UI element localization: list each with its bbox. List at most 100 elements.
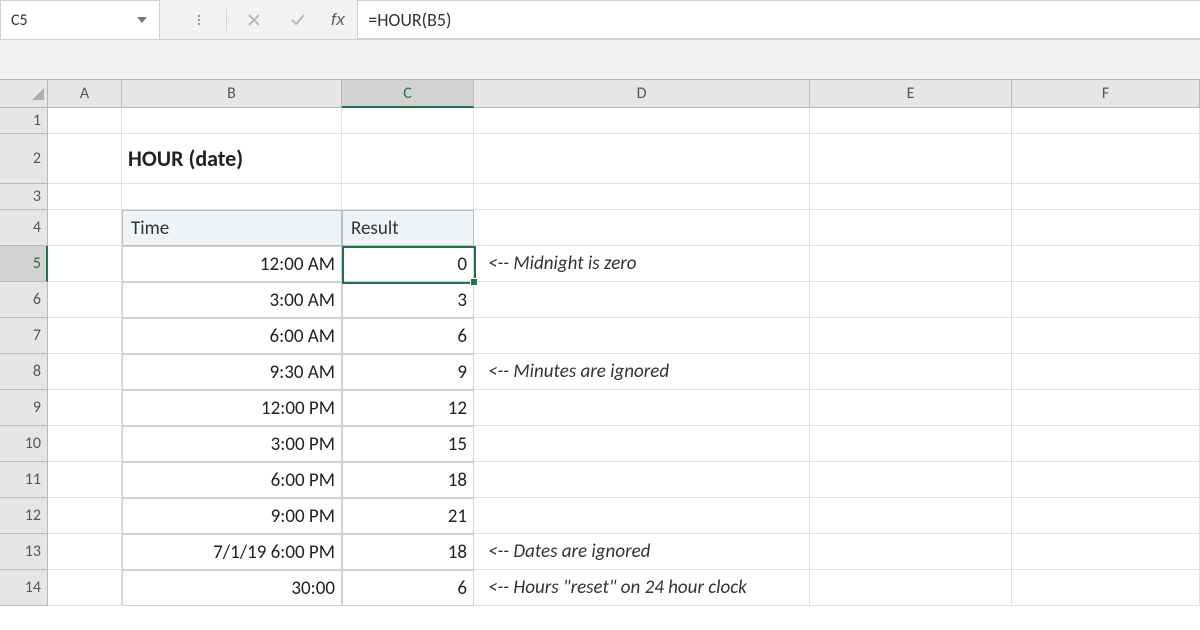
cell[interactable] [810, 282, 1012, 318]
table-header-time[interactable]: Time [122, 210, 342, 246]
cell-time[interactable]: 30:00 [122, 570, 342, 606]
cell-result[interactable]: 21 [342, 498, 474, 534]
cell[interactable] [1012, 210, 1200, 246]
row-header[interactable]: 3 [0, 184, 48, 210]
cell[interactable] [48, 318, 122, 354]
cancel-icon[interactable] [243, 9, 265, 31]
cell[interactable] [1012, 246, 1200, 282]
cell-time[interactable]: 3:00 AM [122, 282, 342, 318]
cell[interactable] [810, 390, 1012, 426]
cell[interactable] [810, 462, 1012, 498]
cell[interactable] [48, 498, 122, 534]
cell[interactable] [342, 134, 474, 184]
col-header-A[interactable]: A [48, 80, 122, 108]
formula-input[interactable]: =HOUR(B5) [357, 0, 1200, 39]
cell[interactable] [48, 534, 122, 570]
cell[interactable] [122, 108, 342, 134]
cell[interactable] [810, 426, 1012, 462]
cell[interactable] [1012, 390, 1200, 426]
cell[interactable] [48, 210, 122, 246]
row-header[interactable]: 14 [0, 570, 48, 606]
page-title[interactable]: HOUR (date) [122, 134, 342, 184]
cell-time[interactable]: 12:00 AM [122, 246, 342, 282]
fx-label[interactable]: fx [331, 10, 345, 30]
cell-result[interactable]: 0 [342, 246, 474, 282]
cell[interactable] [48, 282, 122, 318]
cell-result[interactable]: 6 [342, 318, 474, 354]
table-header-result[interactable]: Result [342, 210, 474, 246]
cell-result[interactable]: 6 [342, 570, 474, 606]
cell[interactable] [48, 390, 122, 426]
cell[interactable] [1012, 108, 1200, 134]
cell[interactable] [810, 210, 1012, 246]
row-header[interactable]: 7 [0, 318, 48, 354]
cell-note[interactable] [474, 426, 810, 462]
cell-result[interactable]: 18 [342, 462, 474, 498]
cell[interactable] [48, 570, 122, 606]
row-header[interactable]: 9 [0, 390, 48, 426]
row-header[interactable]: 10 [0, 426, 48, 462]
cell[interactable] [474, 108, 810, 134]
col-header-B[interactable]: B [122, 80, 342, 108]
cell-result[interactable]: 12 [342, 390, 474, 426]
cell[interactable] [810, 534, 1012, 570]
cell[interactable] [122, 184, 342, 210]
cell[interactable] [48, 354, 122, 390]
col-header-D[interactable]: D [474, 80, 810, 108]
cell[interactable] [1012, 318, 1200, 354]
cell-note[interactable] [474, 390, 810, 426]
col-header-C[interactable]: C [342, 80, 474, 108]
cell[interactable] [48, 462, 122, 498]
cell-result[interactable]: 9 [342, 354, 474, 390]
cell-result[interactable]: 15 [342, 426, 474, 462]
cell[interactable] [810, 108, 1012, 134]
cell[interactable] [810, 498, 1012, 534]
cell-note[interactable]: <-- Hours "reset" on 24 hour clock [474, 570, 810, 606]
cell[interactable] [810, 184, 1012, 210]
cell[interactable] [48, 134, 122, 184]
cell[interactable] [810, 134, 1012, 184]
cell[interactable] [474, 134, 810, 184]
enter-icon[interactable] [287, 9, 309, 31]
cell-time[interactable]: 3:00 PM [122, 426, 342, 462]
row-header[interactable]: 13 [0, 534, 48, 570]
cell[interactable] [474, 184, 810, 210]
cell-note[interactable] [474, 462, 810, 498]
row-header[interactable]: 1 [0, 108, 48, 134]
cell[interactable] [48, 184, 122, 210]
cell-note[interactable] [474, 318, 810, 354]
cell[interactable] [810, 570, 1012, 606]
cell-note[interactable]: <-- Minutes are ignored [474, 354, 810, 390]
cell[interactable] [810, 246, 1012, 282]
cell[interactable] [1012, 462, 1200, 498]
row-header[interactable]: 4 [0, 210, 48, 246]
row-header[interactable]: 2 [0, 134, 48, 184]
cell-time[interactable]: 12:00 PM [122, 390, 342, 426]
name-box[interactable]: C5 [0, 0, 160, 40]
cell-note[interactable]: <-- Midnight is zero [474, 246, 810, 282]
row-header[interactable]: 5 [0, 246, 48, 282]
cell-time[interactable]: 6:00 AM [122, 318, 342, 354]
cell-result[interactable]: 18 [342, 534, 474, 570]
col-header-F[interactable]: F [1012, 80, 1200, 108]
cell[interactable] [810, 318, 1012, 354]
cell[interactable] [48, 246, 122, 282]
cell-note[interactable] [474, 498, 810, 534]
cell[interactable] [48, 108, 122, 134]
more-icon[interactable] [188, 9, 210, 31]
row-header[interactable]: 8 [0, 354, 48, 390]
row-header[interactable]: 12 [0, 498, 48, 534]
row-header[interactable]: 11 [0, 462, 48, 498]
name-box-dropdown-icon[interactable] [133, 11, 151, 29]
cell[interactable] [342, 184, 474, 210]
cell[interactable] [48, 426, 122, 462]
cell-note[interactable]: <-- Dates are ignored [474, 534, 810, 570]
cell-note[interactable] [474, 282, 810, 318]
cell-time[interactable]: 9:30 AM [122, 354, 342, 390]
cell[interactable] [1012, 426, 1200, 462]
cell[interactable] [1012, 354, 1200, 390]
cell[interactable] [1012, 498, 1200, 534]
col-header-E[interactable]: E [810, 80, 1012, 108]
select-all-corner[interactable] [0, 80, 48, 108]
row-header[interactable]: 6 [0, 282, 48, 318]
